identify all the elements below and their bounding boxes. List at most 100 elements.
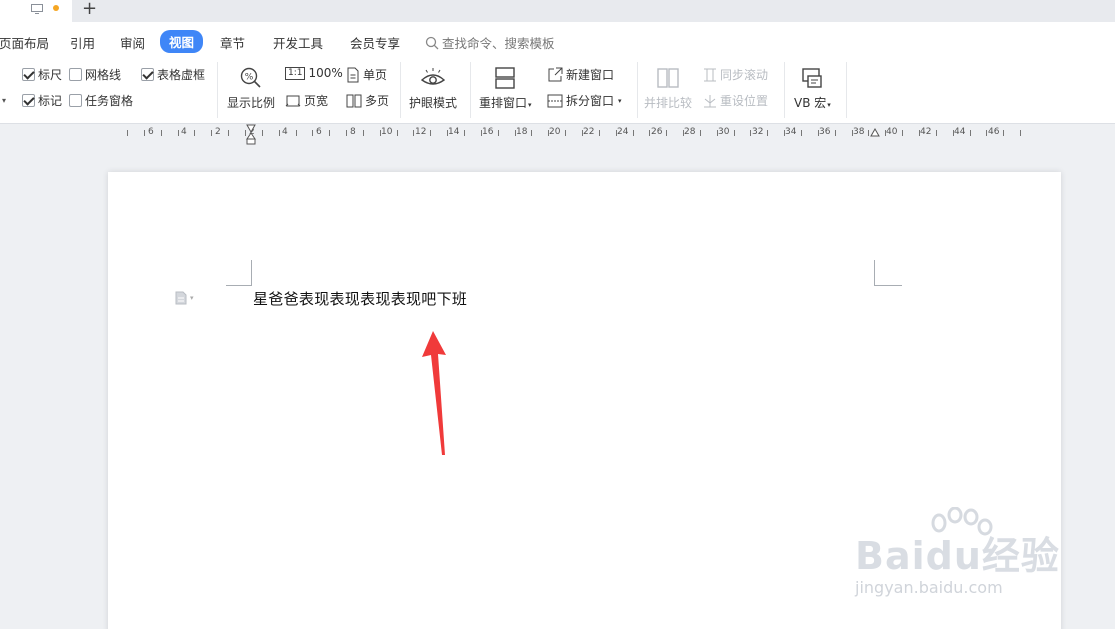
reset-position-button[interactable]: 重设位置 xyxy=(703,92,768,109)
eye-protection-button[interactable]: 护眼模式 xyxy=(409,66,457,111)
ruler-tick xyxy=(262,130,263,136)
ruler-tick xyxy=(801,130,802,136)
ruler-label: 16 xyxy=(482,127,494,137)
arrange-windows-button[interactable]: 重排窗口▾ xyxy=(479,66,532,111)
new-window-button[interactable]: 新建窗口 xyxy=(547,66,614,83)
checkbox-checked-icon[interactable] xyxy=(141,68,154,81)
ruler-tick xyxy=(666,130,667,136)
split-window-icon xyxy=(547,94,563,107)
tab-strip: + xyxy=(0,0,1115,22)
ruler-label: 4 xyxy=(181,127,187,137)
ruler-tick xyxy=(868,130,869,136)
ruler-label: 34 xyxy=(785,127,797,137)
dropdown-arrow-icon[interactable]: ▾ xyxy=(528,101,532,109)
side-by-side-button[interactable]: 并排比较 xyxy=(644,66,692,111)
reset-position-label: 重设位置 xyxy=(720,94,769,108)
gridlines-checkbox[interactable]: 网格线 xyxy=(69,66,121,83)
ruler-tick xyxy=(649,130,650,136)
menu-bar: 页面布局 引用 审阅 视图 章节 开发工具 会员专享 查找命令、搜索模板 xyxy=(0,22,1115,58)
ruler-label: 2 xyxy=(215,127,221,137)
indent-marker-icon[interactable] xyxy=(246,124,256,146)
checkbox-unchecked-icon[interactable] xyxy=(69,94,82,107)
page-width-button[interactable]: 页宽 xyxy=(285,92,328,109)
single-page-button[interactable]: 单页 xyxy=(346,66,387,83)
markup-checkbox[interactable]: 标记 xyxy=(22,92,62,109)
ruler-tick xyxy=(633,130,634,136)
ruler-tick xyxy=(599,130,600,136)
zoom-100-label: 100% xyxy=(308,66,343,80)
new-window-icon xyxy=(548,67,563,81)
menu-page-layout[interactable]: 页面布局 xyxy=(0,33,49,52)
checkbox-checked-icon[interactable] xyxy=(22,94,35,107)
gridlines-label: 网格线 xyxy=(85,68,122,82)
menu-references[interactable]: 引用 xyxy=(70,33,95,52)
new-tab-button[interactable]: + xyxy=(82,0,97,19)
zoom-100-button[interactable]: 1:1 100% xyxy=(285,66,343,80)
arrange-windows-label: 重排窗口 xyxy=(479,96,528,110)
command-search[interactable]: 查找命令、搜索模板 xyxy=(425,33,555,52)
single-page-label: 单页 xyxy=(363,68,388,82)
ruler-tick xyxy=(329,130,330,136)
right-indent-marker-icon[interactable] xyxy=(870,128,880,140)
ruler-label: 10 xyxy=(381,127,393,137)
ruler-label: 20 xyxy=(549,127,561,137)
ribbon-divider xyxy=(400,62,401,118)
ruler-label: 6 xyxy=(316,127,322,137)
ruler-tick xyxy=(902,130,903,136)
ruler-label: 26 xyxy=(651,127,663,137)
sync-scroll-button[interactable]: 同步滚动 xyxy=(703,66,768,83)
ruler-tick xyxy=(498,130,499,136)
arrange-windows-icon xyxy=(495,67,515,89)
ruler-label: 44 xyxy=(954,127,966,137)
search-icon xyxy=(425,36,439,49)
ruler-label: 42 xyxy=(920,127,932,137)
margin-corner-top-left xyxy=(226,260,252,286)
zoom-button[interactable]: % 显示比例 xyxy=(227,66,275,111)
multi-page-button[interactable]: 多页 xyxy=(346,92,389,109)
horizontal-ruler[interactable]: 6 4 2 2 4 6 8 10 12 14 16 18 20 22 24 26 28 30 32 34 36 38 40 4… xyxy=(0,124,1115,146)
document-icon xyxy=(175,291,187,305)
ruler-tick xyxy=(565,130,566,136)
menu-review[interactable]: 审阅 xyxy=(120,33,145,52)
unsaved-dot-icon xyxy=(53,5,59,11)
page-width-label: 页宽 xyxy=(304,94,329,108)
menu-developer-tools[interactable]: 开发工具 xyxy=(273,33,323,52)
task-pane-label: 任务窗格 xyxy=(85,94,134,108)
menu-chapter[interactable]: 章节 xyxy=(220,33,245,52)
dropdown-arrow-icon[interactable]: ▾ xyxy=(618,97,622,105)
document-tab[interactable] xyxy=(0,0,72,22)
document-text[interactable]: 星爸爸表现表现表现表现吧下班 xyxy=(253,288,467,309)
svg-text:%: % xyxy=(245,73,254,83)
ruler-label: 46 xyxy=(988,127,1000,137)
menu-member[interactable]: 会员专享 xyxy=(350,33,400,52)
task-pane-checkbox[interactable]: 任务窗格 xyxy=(69,92,133,109)
ribbon-divider xyxy=(217,62,218,118)
menu-view[interactable]: 视图 xyxy=(160,30,204,53)
ruler-tick xyxy=(127,130,128,136)
vb-macro-button[interactable]: VB 宏▾ xyxy=(794,66,831,111)
caret-down-icon[interactable]: ▾ xyxy=(2,96,6,105)
ruler-tick xyxy=(835,130,836,136)
ruler-label: 18 xyxy=(516,127,528,137)
ribbon-view: ▾ 标尺 网格线 表格虚框 标记 任务窗格 % 显示比例 1:1 100% 页宽… xyxy=(0,58,1115,124)
table-gridlines-checkbox[interactable]: 表格虚框 xyxy=(141,66,205,83)
ruler-tick xyxy=(413,130,414,136)
checkbox-checked-icon[interactable] xyxy=(22,68,35,81)
ruler-tick xyxy=(363,130,364,136)
ruler-tick xyxy=(970,130,971,136)
ruler-label: 22 xyxy=(583,127,595,137)
ruler-label: 38 xyxy=(853,127,865,137)
paragraph-menu[interactable]: ▾ xyxy=(175,291,194,305)
checkbox-unchecked-icon[interactable] xyxy=(69,68,82,81)
ruler-tick xyxy=(296,130,297,136)
ruler-checkbox[interactable]: 标尺 xyxy=(22,66,62,83)
ruler-tick xyxy=(346,130,347,136)
dropdown-arrow-icon[interactable]: ▾ xyxy=(827,101,831,109)
multi-page-label: 多页 xyxy=(365,94,390,108)
margin-corner-top-right xyxy=(874,260,902,286)
side-by-side-icon xyxy=(657,68,679,88)
ruler-label: 40 xyxy=(886,127,898,137)
reset-position-icon xyxy=(704,94,716,107)
monitor-icon xyxy=(31,4,43,14)
split-window-button[interactable]: 拆分窗口 ▾ xyxy=(547,92,622,109)
